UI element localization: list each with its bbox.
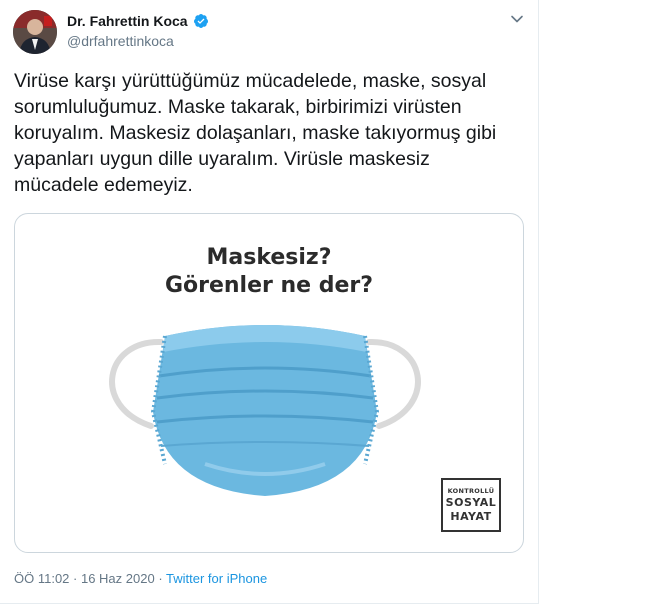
tweet-metadata: ÖÖ 11:02 · 16 Haz 2020 · Twitter for iPh… [14,571,267,586]
chevron-down-icon[interactable] [508,10,526,28]
kontrollu-sosyal-hayat-logo: KONTROLLÜ SOSYAL HAYAT [441,478,501,532]
face-mask-icon [109,325,421,496]
author-name[interactable]: Dr. Fahrettin Koca [67,13,188,29]
tweet-media-image[interactable]: Maskesiz? Görenler ne der? KONTROLLÜ SOS… [14,213,524,553]
verified-badge-icon [193,14,208,28]
badge-line3: HAYAT [450,510,492,523]
media-headline-line2: Görenler ne der? [164,273,374,298]
author-name-row: Dr. Fahrettin Koca [67,13,209,29]
meta-separator: · [69,571,81,586]
tweet-source-link[interactable]: Twitter for iPhone [166,571,267,586]
author-handle[interactable]: @drfahrettinkoca [67,33,174,49]
meta-separator-2: · [154,571,167,586]
author-avatar[interactable] [13,10,57,54]
tweet-card: Dr. Fahrettin Koca @drfahrettinkoca Virü… [0,0,539,604]
media-headline: Maskesiz? Görenler ne der? [15,244,523,300]
badge-line2: SOSYAL [445,496,497,509]
badge-line1: KONTROLLÜ [447,487,495,495]
profile-avatar-icon [13,10,57,54]
tweet-date[interactable]: 16 Haz 2020 [81,571,155,586]
media-headline-line1: Maskesiz? [206,245,332,270]
tweet-text: Virüse karşı yürüttüğümüz mücadelede, ma… [14,70,497,196]
tweet-time[interactable]: ÖÖ 11:02 [14,571,69,586]
